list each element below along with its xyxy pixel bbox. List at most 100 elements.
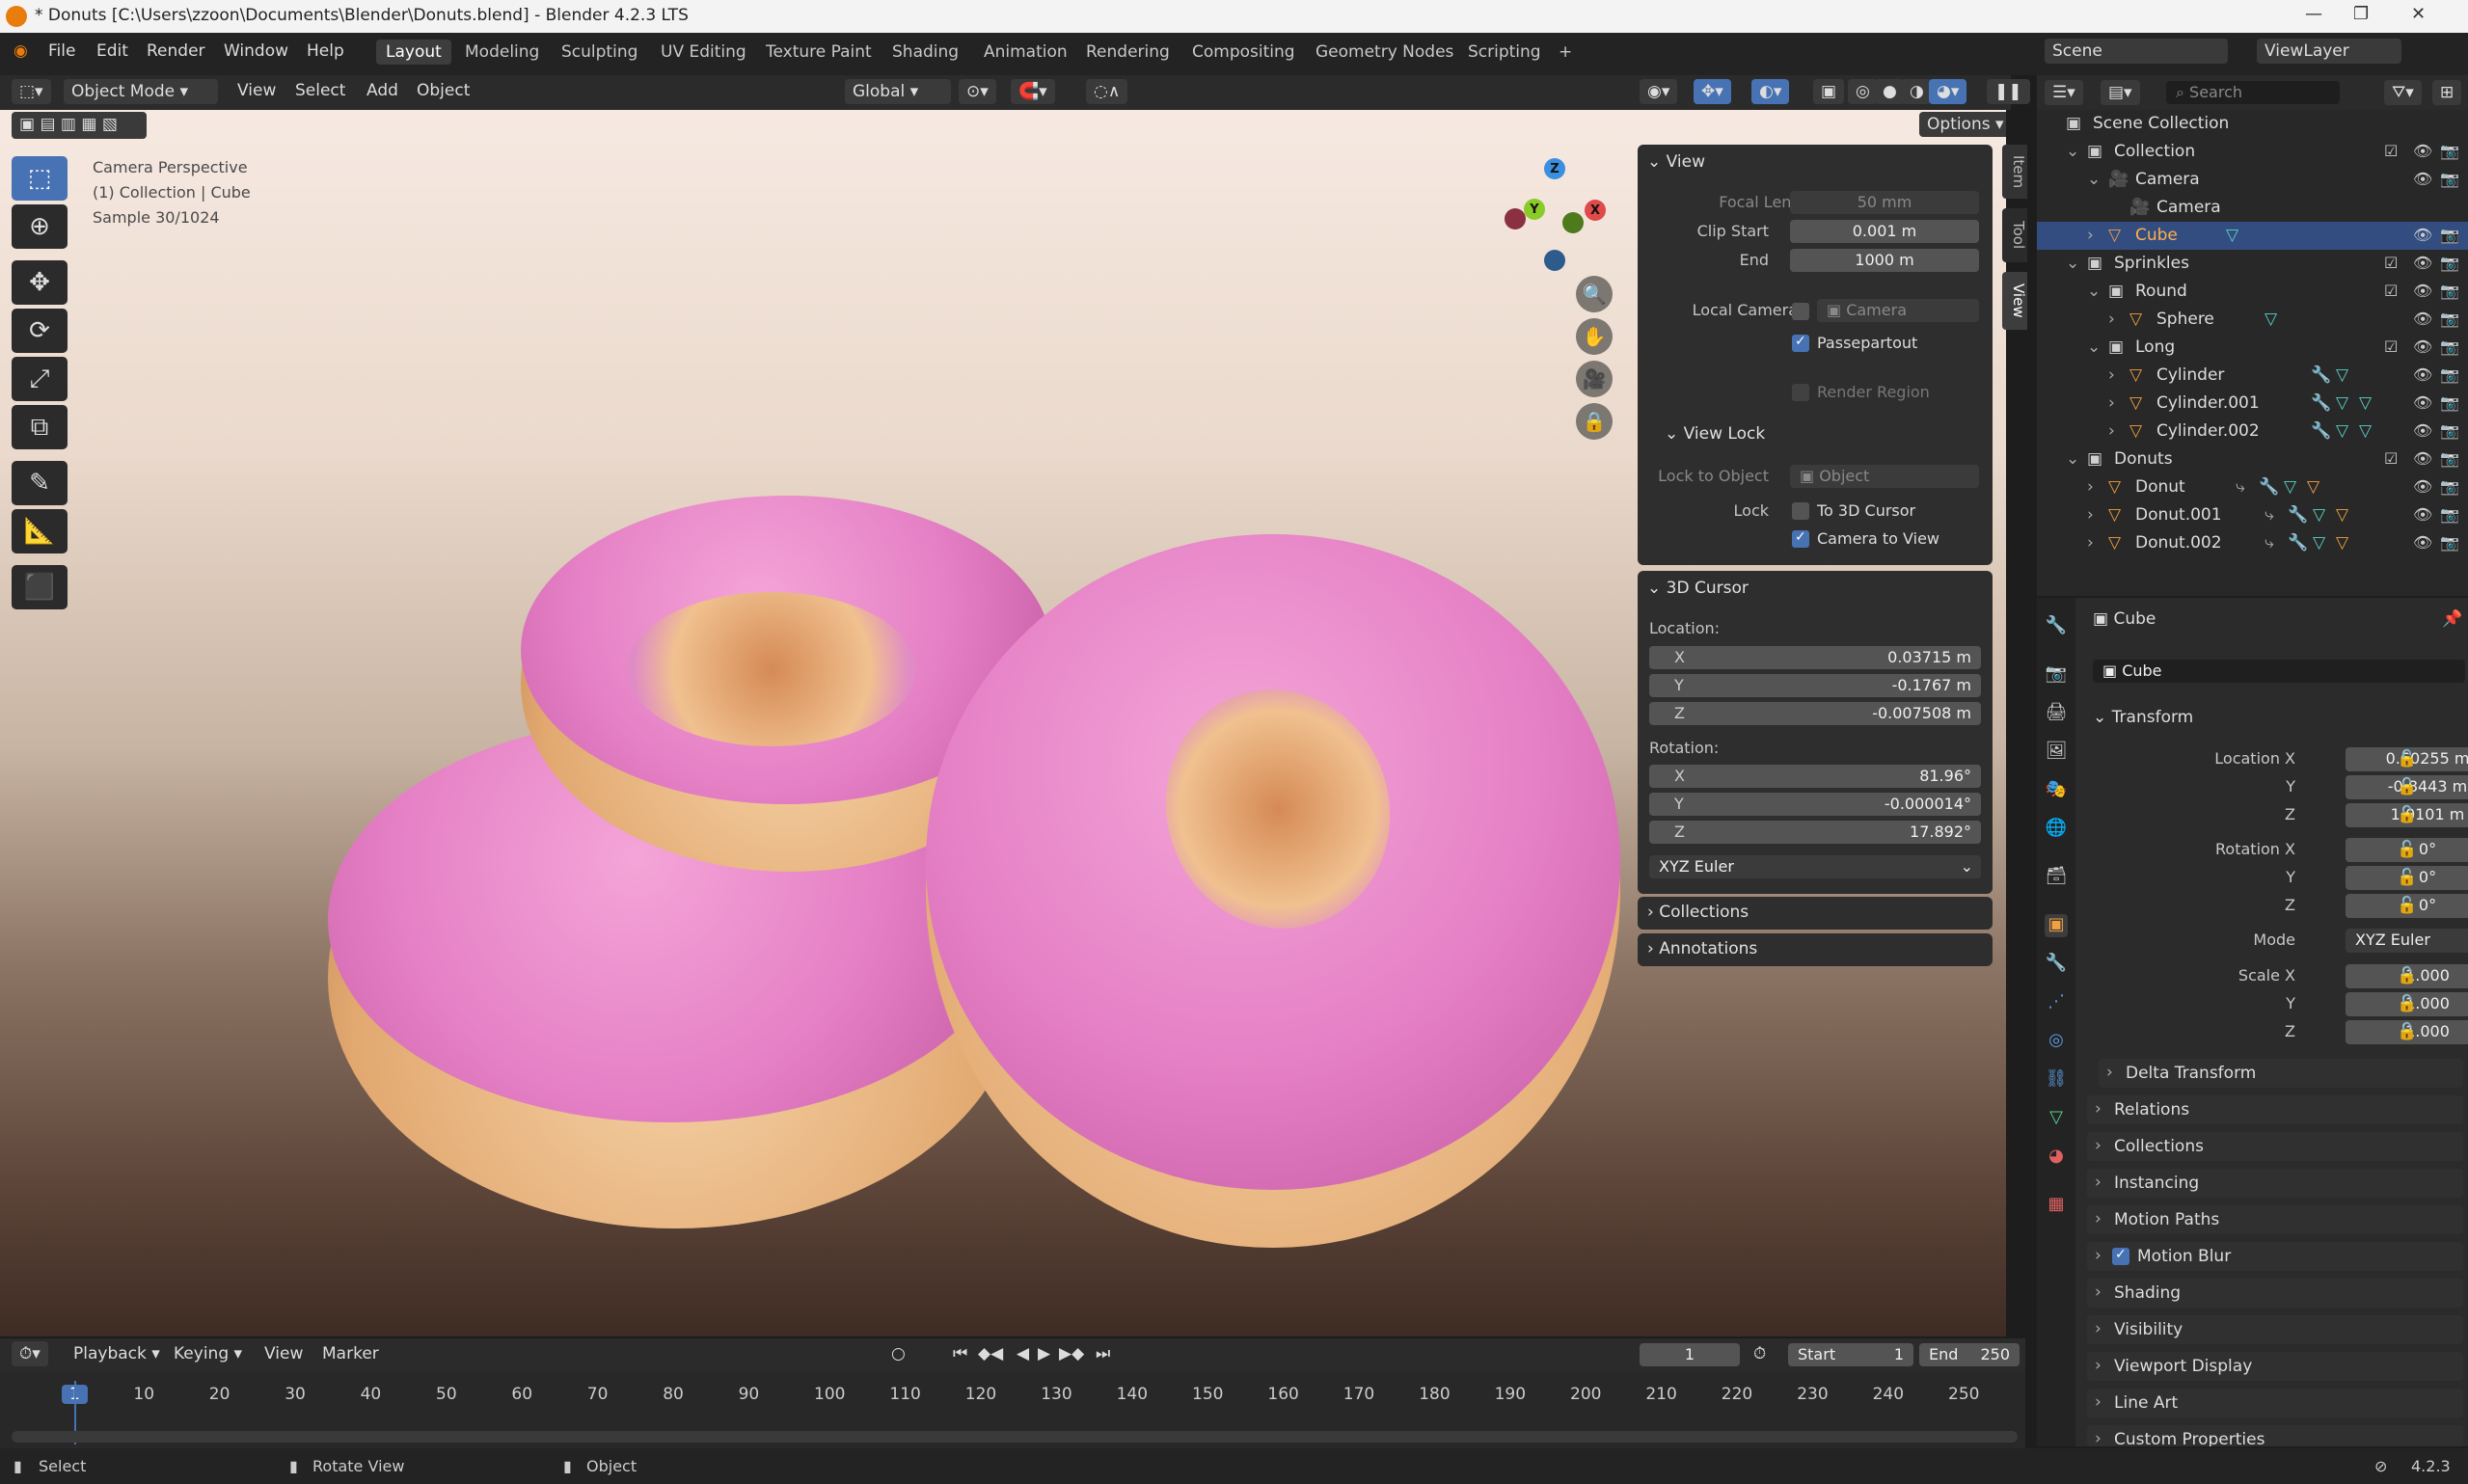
render-camera-icon[interactable]: 📷: [2440, 533, 2459, 552]
lock-icon[interactable]: 🔓: [2397, 840, 2417, 859]
render-tab-icon[interactable]: 📷: [2045, 663, 2068, 687]
to-3d-cursor-checkbox[interactable]: [1792, 502, 1809, 520]
motion-blur-checkbox[interactable]: [2112, 1247, 2129, 1265]
xray-icon[interactable]: ▣: [1813, 79, 1845, 104]
add-cube-tool-icon[interactable]: ⬛: [12, 565, 68, 609]
proportional-icon[interactable]: ◌∧: [1086, 79, 1128, 104]
camera-to-view-checkbox[interactable]: [1792, 529, 1809, 548]
cursor-location-z-field[interactable]: Z -0.007508 m: [1649, 702, 1981, 725]
eye-icon[interactable]: 👁: [2413, 142, 2432, 160]
visibility-section[interactable]: › Visibility: [2087, 1315, 2463, 1344]
mode-dropdown[interactable]: Object Mode ▾: [64, 79, 218, 104]
link-icon[interactable]: ⤷: [2236, 477, 2245, 497]
mesh-data-icon[interactable]: ▽: [2284, 477, 2296, 497]
tab-uv-editing[interactable]: UV Editing: [651, 40, 756, 65]
eye-icon[interactable]: 👁: [2413, 449, 2432, 468]
jump-end-icon[interactable]: ⏭: [1096, 1344, 1110, 1363]
outliner-row-scene-collection[interactable]: ▣ Scene Collection: [2037, 110, 2468, 138]
menu-edit[interactable]: Edit: [96, 41, 128, 61]
delta-transform-section[interactable]: › Delta Transform: [2099, 1059, 2463, 1088]
lock-camera-icon[interactable]: 🔒: [1576, 403, 1613, 440]
child-object-icon[interactable]: ▽: [2307, 477, 2319, 497]
outliner-row-long[interactable]: ⌄ ▣ Long ☑ 👁 📷: [2037, 334, 2468, 362]
cursor-tool-icon[interactable]: ⊕: [12, 204, 68, 249]
frame-start-field[interactable]: Start 1: [1788, 1343, 1913, 1366]
render-camera-icon[interactable]: 📷: [2440, 393, 2459, 412]
select-mode-icons[interactable]: ▣ ▤ ▥ ▦ ▧: [12, 112, 147, 139]
gizmo-neg-x-axis[interactable]: [1505, 208, 1526, 229]
material-tab-icon[interactable]: ◕: [2045, 1146, 2068, 1169]
motion-paths-section[interactable]: › Motion Paths: [2087, 1205, 2463, 1234]
wrench-modifier-icon[interactable]: 🔧: [2311, 421, 2331, 441]
exclude-checkbox[interactable]: ☑: [2384, 282, 2398, 300]
tab-rendering[interactable]: Rendering: [1076, 40, 1180, 65]
gizmo-y-axis[interactable]: Y: [1524, 199, 1545, 220]
tab-geometry-nodes[interactable]: Geometry Nodes: [1306, 40, 1463, 65]
shading-wireframe-icon[interactable]: ◎: [1848, 79, 1878, 104]
jump-next-key-icon[interactable]: ▶◆: [1059, 1344, 1084, 1363]
gizmo-neg-z-axis[interactable]: [1544, 250, 1565, 271]
pin-icon[interactable]: 📌: [2442, 609, 2462, 629]
add-workspace-button[interactable]: +: [1549, 40, 1582, 65]
link-icon[interactable]: ⤷: [2265, 505, 2274, 525]
menu-help[interactable]: Help: [307, 41, 344, 61]
eye-icon[interactable]: 👁: [2413, 365, 2432, 384]
exclude-checkbox[interactable]: ☑: [2384, 254, 2398, 272]
rotation-mode-dropdown[interactable]: XYZ Euler⌄: [2346, 929, 2468, 953]
play-reverse-icon[interactable]: ◀: [1017, 1344, 1029, 1363]
lock-icon[interactable]: 🔓: [2397, 868, 2417, 887]
orientation-dropdown[interactable]: Global ▾: [845, 79, 951, 104]
world-tab-icon[interactable]: 🌐: [2045, 818, 2068, 841]
viewlayer-selector[interactable]: ViewLayer: [2257, 39, 2401, 64]
outliner-row-cube[interactable]: › ▽ Cube ▽ 👁 📷: [2037, 222, 2468, 250]
lock-icon[interactable]: 🔓: [2397, 777, 2417, 796]
transform-tool-icon[interactable]: ⧉: [12, 405, 68, 449]
mesh-data-icon[interactable]: ▽: [2265, 310, 2277, 329]
render-camera-icon[interactable]: 📷: [2440, 170, 2459, 188]
eye-icon[interactable]: 👁: [2413, 254, 2432, 272]
eye-icon[interactable]: 👁: [2413, 310, 2432, 328]
custom-properties-section[interactable]: › Custom Properties: [2087, 1425, 2463, 1446]
physics-tab-icon[interactable]: ◎: [2045, 1030, 2068, 1053]
rotate-tool-icon[interactable]: ⟳: [12, 309, 68, 353]
child-object-icon[interactable]: ▽: [2336, 533, 2348, 553]
scale-tool-icon[interactable]: ⤢: [12, 357, 68, 401]
camera-view-icon[interactable]: 🎥: [1576, 361, 1613, 397]
mesh-data-icon[interactable]: ▽: [2359, 393, 2372, 413]
particles-tab-icon[interactable]: ⋰: [2045, 991, 2068, 1014]
scene-selector[interactable]: Scene: [2045, 39, 2228, 64]
outliner-row-cylinder[interactable]: › ▽ Cylinder 🔧 ▽ 👁 📷: [2037, 362, 2468, 390]
shading-material-icon[interactable]: ◑: [1902, 79, 1932, 104]
visibility-icon[interactable]: ◉▾: [1640, 79, 1678, 104]
relations-section[interactable]: › Relations: [2087, 1095, 2463, 1124]
outliner-row-cylinder-002[interactable]: › ▽ Cylinder.002 🔧 ▽ ▽ 👁 📷: [2037, 418, 2468, 445]
options-dropdown[interactable]: Options ▾: [1919, 112, 2006, 137]
render-camera-icon[interactable]: 📷: [2440, 226, 2459, 244]
render-camera-icon[interactable]: 📷: [2440, 365, 2459, 384]
filter-icon[interactable]: ⛛▾: [2384, 80, 2422, 105]
outliner-row-collection[interactable]: ⌄ ▣ Collection ☑ 👁 📷: [2037, 138, 2468, 166]
outliner-row-cylinder-001[interactable]: › ▽ Cylinder.001 🔧 ▽ ▽ 👁 📷: [2037, 390, 2468, 418]
outliner-row-sphere[interactable]: › ▽ Sphere ▽ 👁 📷: [2037, 306, 2468, 334]
jump-prev-key-icon[interactable]: ◆◀: [978, 1344, 1003, 1363]
collections-panel[interactable]: › Collections: [1638, 897, 1993, 930]
cursor-location-y-field[interactable]: Y -0.1767 m: [1649, 674, 1981, 697]
eye-icon[interactable]: 👁: [2413, 533, 2432, 552]
eye-icon[interactable]: 👁: [2413, 421, 2432, 440]
eye-icon[interactable]: 👁: [2413, 505, 2432, 524]
render-camera-icon[interactable]: 📷: [2440, 505, 2459, 524]
tab-texture-paint[interactable]: Texture Paint: [756, 40, 881, 65]
render-camera-icon[interactable]: 📷: [2440, 254, 2459, 272]
new-collection-icon[interactable]: ⊞: [2432, 80, 2462, 105]
wrench-modifier-icon[interactable]: 🔧: [2311, 393, 2331, 413]
collections-section[interactable]: › Collections: [2087, 1132, 2463, 1161]
lock-icon[interactable]: 🔓: [2397, 1022, 2417, 1041]
tab-modeling[interactable]: Modeling: [455, 40, 549, 65]
link-icon[interactable]: ⤷: [2265, 533, 2274, 553]
mesh-data-icon[interactable]: ▽: [2359, 421, 2372, 441]
view-lock-header[interactable]: ⌄ View Lock: [1665, 424, 1765, 444]
menu-select[interactable]: Select: [295, 81, 345, 100]
render-camera-icon[interactable]: 📷: [2440, 421, 2459, 440]
gizmo-x-axis[interactable]: X: [1585, 200, 1606, 221]
render-camera-icon[interactable]: 📷: [2440, 142, 2459, 160]
